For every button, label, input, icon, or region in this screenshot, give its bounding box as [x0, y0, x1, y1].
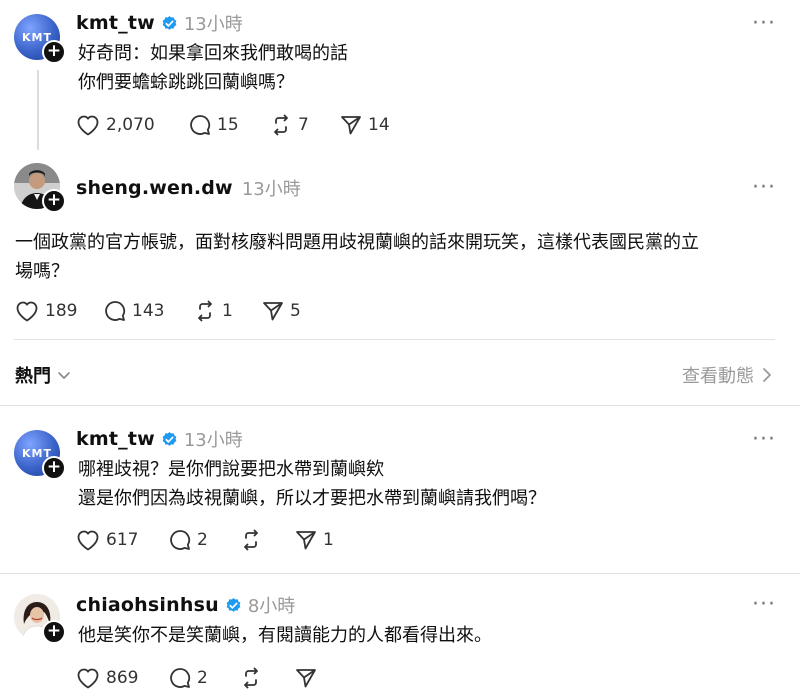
send-icon: [296, 669, 316, 688]
verified-badge-icon: [162, 15, 177, 30]
repost-icon: [274, 114, 288, 136]
heart-icon: [77, 668, 99, 689]
username[interactable]: sheng.wen.dw: [76, 177, 233, 199]
repost-button[interactable]: [240, 667, 295, 689]
repost-icon: [244, 529, 258, 551]
like-count: 189: [45, 301, 78, 321]
post-3-avatar-wrap[interactable]: KMT +: [14, 430, 66, 480]
post-text-line: 哪裡歧視？是你們說要把水帶到蘭嶼欸: [78, 459, 384, 480]
more-options-icon[interactable]: ···: [752, 429, 776, 451]
like-button[interactable]: 189: [15, 300, 104, 322]
more-options-icon[interactable]: ···: [752, 13, 776, 35]
verified-badge-icon: [226, 597, 241, 612]
share-count: 1: [323, 530, 334, 550]
timestamp: 8小時: [247, 596, 296, 617]
reply-count: 143: [132, 301, 165, 321]
send-icon: [263, 302, 283, 321]
repost-button[interactable]: 7: [270, 114, 340, 136]
send-icon: [296, 531, 316, 550]
follow-plus-icon[interactable]: +: [42, 456, 66, 480]
more-options-icon[interactable]: ···: [752, 177, 776, 199]
like-count: 869: [106, 668, 139, 688]
post-4-avatar-wrap[interactable]: +: [14, 594, 66, 644]
post-text-line: 一個政黨的官方帳號，面對核廢料問題用歧視蘭嶼的話來開玩笑，這樣代表國民黨的立: [15, 232, 699, 253]
send-icon: [341, 116, 361, 135]
follow-plus-icon[interactable]: +: [42, 189, 66, 213]
heart-icon: [77, 115, 99, 136]
comment-icon: [170, 668, 191, 688]
post-4-header: chiaohsinhsu 8小時: [76, 592, 295, 618]
post-4-actions: 869 2: [76, 667, 323, 689]
divider: [0, 405, 800, 406]
follow-plus-icon[interactable]: +: [42, 40, 66, 64]
username[interactable]: kmt_tw: [76, 428, 155, 450]
chevron-down-icon: [58, 372, 70, 379]
post-1-text: 好奇問：如果拿回來我們敢喝的話 你們要蟾蜍跳跳回蘭嶼嗎？: [78, 39, 348, 97]
reply-count: 2: [197, 668, 208, 688]
like-button[interactable]: 869: [76, 667, 169, 689]
reply-button[interactable]: 2: [169, 529, 240, 551]
share-count: 5: [290, 301, 301, 321]
post-2-avatar-wrap[interactable]: +: [14, 163, 66, 213]
repost-count: 7: [298, 115, 309, 135]
thread-line: [37, 70, 39, 150]
verified-badge-icon: [162, 431, 177, 446]
username[interactable]: kmt_tw: [76, 12, 155, 34]
post-1-avatar-wrap[interactable]: KMT +: [14, 14, 66, 64]
heart-icon: [77, 530, 99, 551]
repost-count: 1: [222, 301, 233, 321]
reply-button[interactable]: 15: [189, 114, 270, 136]
post-3-text: 哪裡歧視？是你們說要把水帶到蘭嶼欸 還是你們因為歧視蘭嶼，所以才要把水帶到蘭嶼請…: [78, 455, 546, 513]
timestamp: 13小時: [241, 179, 301, 200]
post-text-line: 你們要蟾蜍跳跳回蘭嶼嗎？: [78, 72, 294, 93]
post-text-line: 他是笑你不是笑蘭嶼，有閱讀能力的人都看得出來。: [78, 625, 492, 646]
like-count: 617: [106, 530, 139, 550]
repost-button[interactable]: 1: [194, 300, 262, 322]
post-3-header: kmt_tw 13小時: [76, 426, 243, 452]
post-2-header: sheng.wen.dw 13小時: [76, 175, 301, 201]
share-button[interactable]: 14: [340, 114, 390, 136]
post-text-line: 好奇問：如果拿回來我們敢喝的話: [78, 43, 348, 64]
chevron-right-icon: [763, 368, 771, 382]
post-3-actions: 617 2 1: [76, 529, 334, 551]
reply-button[interactable]: 143: [104, 300, 194, 322]
post-2-actions: 189 143 1 5: [15, 300, 301, 322]
repost-icon: [244, 667, 258, 689]
post-text-line: 場嗎？: [15, 261, 69, 282]
comment-icon: [105, 301, 126, 321]
sort-dropdown[interactable]: 熱門: [15, 362, 71, 388]
divider: [14, 339, 775, 340]
view-activity-link[interactable]: 查看動態: [682, 362, 772, 388]
view-activity-label: 查看動態: [682, 366, 754, 387]
share-button[interactable]: 5: [262, 300, 301, 322]
post-4-text: 他是笑你不是笑蘭嶼，有閱讀能力的人都看得出來。: [78, 621, 492, 650]
post-1-header: kmt_tw 13小時: [76, 10, 243, 36]
reply-button[interactable]: 2: [169, 667, 240, 689]
post-2-text: 一個政黨的官方帳號，面對核廢料問題用歧視蘭嶼的話來開玩笑，這樣代表國民黨的立 場…: [15, 228, 699, 286]
follow-plus-icon[interactable]: +: [42, 620, 66, 644]
section-title: 熱門: [15, 366, 51, 387]
like-button[interactable]: 617: [76, 529, 169, 551]
like-count: 2,070: [106, 115, 155, 135]
repost-icon: [198, 300, 212, 322]
timestamp: 13小時: [183, 14, 243, 35]
share-button[interactable]: 1: [295, 529, 334, 551]
reply-count: 15: [217, 115, 239, 135]
reply-count: 2: [197, 530, 208, 550]
like-button[interactable]: 2,070: [76, 114, 189, 136]
post-1-actions: 2,070 15 7 14: [76, 114, 390, 136]
heart-icon: [16, 301, 38, 322]
share-button[interactable]: [295, 667, 323, 689]
post-text-line: 還是你們因為歧視蘭嶼，所以才要把水帶到蘭嶼請我們喝？: [78, 488, 546, 509]
more-options-icon[interactable]: ···: [752, 594, 776, 616]
username[interactable]: chiaohsinhsu: [76, 594, 219, 616]
divider: [0, 573, 800, 574]
timestamp: 13小時: [183, 430, 243, 451]
comment-icon: [190, 115, 211, 135]
comment-icon: [170, 530, 191, 550]
share-count: 14: [368, 115, 390, 135]
repost-button[interactable]: [240, 529, 295, 551]
